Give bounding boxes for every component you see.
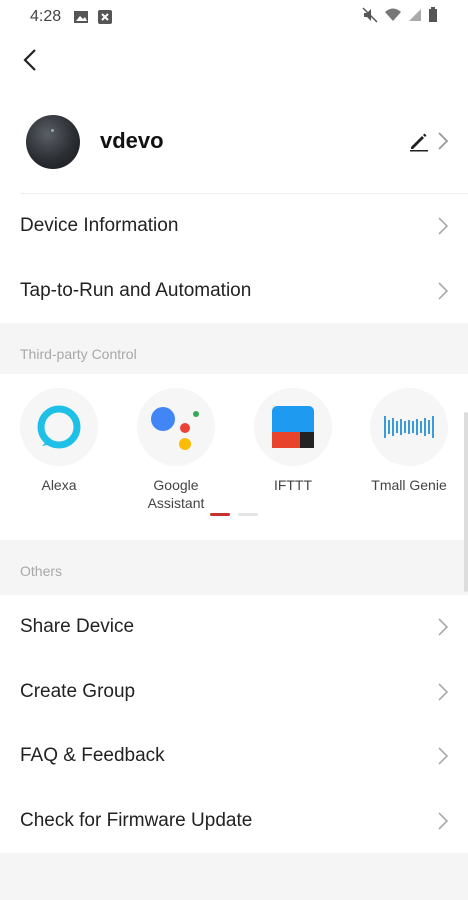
scrollbar[interactable] — [464, 412, 468, 592]
battery-icon — [428, 6, 438, 28]
chevron-left-icon — [23, 49, 36, 71]
wifi-icon — [384, 7, 402, 28]
mute-icon — [362, 6, 378, 28]
row-label: Create Group — [20, 680, 136, 702]
chevron-right-icon — [438, 747, 448, 765]
others-section-title: Others — [20, 563, 63, 579]
third-party-alexa[interactable]: Alexa — [14, 388, 104, 494]
signal-icon — [408, 7, 422, 28]
status-bar: 4:28 — [0, 0, 468, 34]
row-label: Check for Firmware Update — [20, 809, 253, 831]
tap-to-run-automation-row[interactable]: Tap-to-Run and Automation — [0, 259, 468, 324]
device-name: vdevo — [100, 128, 164, 153]
ifttt-icon — [272, 406, 314, 448]
google-assistant-icon — [151, 407, 199, 450]
row-label: Device Information — [20, 215, 179, 237]
top-bar — [0, 34, 468, 90]
page-dot — [238, 513, 258, 516]
device-avatar — [26, 115, 80, 169]
chevron-right-icon — [436, 130, 450, 152]
device-settings-list: Device Information Tap-to-Run and Automa… — [0, 194, 468, 323]
edit-name-button[interactable] — [408, 130, 430, 152]
chevron-right-icon — [438, 683, 448, 701]
device-information-row[interactable]: Device Information — [0, 194, 468, 259]
third-party-label: Google Assistant — [147, 477, 205, 511]
tmall-genie-icon — [384, 416, 434, 438]
third-party-label: Alexa — [41, 477, 77, 493]
close-box-notification-icon — [97, 9, 113, 25]
row-label: Share Device — [20, 616, 135, 638]
chevron-right-icon — [438, 618, 448, 636]
gallery-notification-icon — [73, 9, 89, 25]
chevron-right-icon — [438, 217, 448, 235]
chevron-right-icon — [438, 282, 448, 300]
third-party-section-title: Third-party Control — [20, 346, 137, 362]
third-party-panel: Alexa Google Assistant IFTTT Tmall Genie — [0, 374, 468, 540]
check-firmware-update-row[interactable]: Check for Firmware Update — [0, 789, 468, 854]
back-button[interactable] — [14, 44, 46, 76]
faq-feedback-row[interactable]: FAQ & Feedback — [0, 724, 468, 789]
share-device-row[interactable]: Share Device — [0, 595, 468, 660]
alexa-icon — [37, 405, 81, 449]
carousel-page-indicator — [210, 513, 258, 516]
third-party-tmall-genie[interactable]: Tmall Genie — [364, 388, 454, 494]
pencil-icon — [410, 133, 428, 152]
third-party-label: Tmall Genie — [371, 477, 447, 493]
status-time: 4:28 — [30, 8, 62, 25]
create-group-row[interactable]: Create Group — [0, 660, 468, 725]
row-label: FAQ & Feedback — [20, 745, 165, 767]
third-party-label: IFTTT — [273, 477, 313, 493]
chevron-right-icon — [438, 812, 448, 830]
device-header[interactable]: vdevo — [0, 90, 468, 194]
third-party-google-assistant[interactable]: Google Assistant — [131, 388, 221, 512]
row-label: Tap-to-Run and Automation — [20, 279, 252, 301]
page-dot-active — [210, 513, 230, 516]
others-list: Share Device Create Group FAQ & Feedback… — [0, 595, 468, 853]
third-party-ifttt[interactable]: IFTTT — [248, 388, 338, 494]
